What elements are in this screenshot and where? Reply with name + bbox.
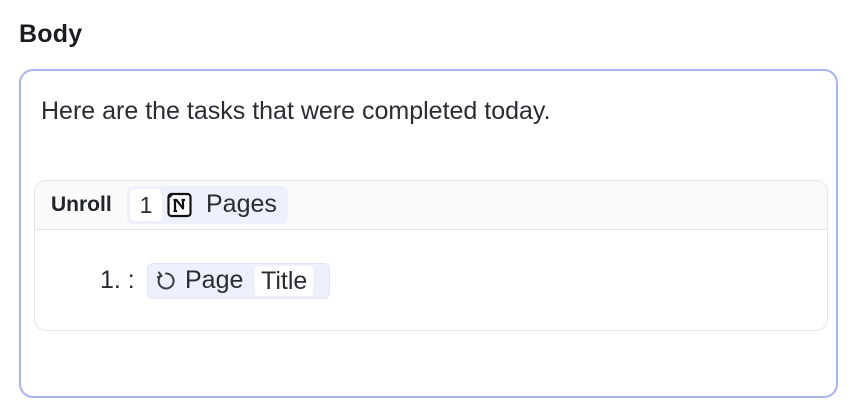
body-editor[interactable]: Here are the tasks that were completed t… xyxy=(19,69,838,398)
pages-label: Pages xyxy=(206,190,277,218)
list-item-number: 1. : xyxy=(100,266,135,294)
unroll-header: Unroll 1 Pages xyxy=(35,181,827,230)
body-text[interactable]: Here are the tasks that were completed t… xyxy=(41,97,551,126)
step-number: 1 xyxy=(130,189,162,221)
body-field-label: Body xyxy=(19,20,83,48)
notion-icon xyxy=(167,192,192,218)
unroll-label: Unroll xyxy=(51,193,112,216)
page-title-variable-chip[interactable]: Page Title xyxy=(147,263,330,299)
pages-variable-chip[interactable]: 1 Pages xyxy=(127,186,288,224)
title-field-label: Title xyxy=(255,266,314,296)
refresh-icon xyxy=(156,271,175,290)
unroll-block[interactable]: Unroll 1 Pages 1. : Page Title xyxy=(34,180,828,331)
page-prefix-label: Page xyxy=(185,266,244,294)
